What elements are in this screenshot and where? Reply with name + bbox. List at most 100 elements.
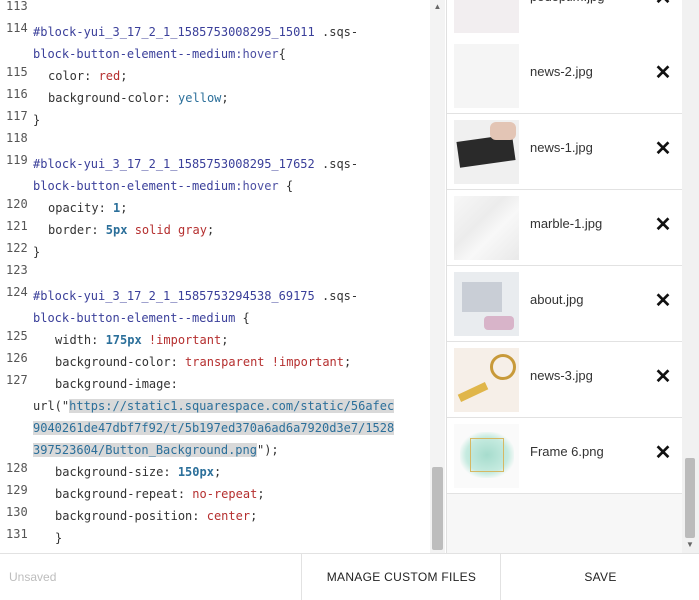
- code-text: }: [55, 531, 63, 545]
- code-pseudo: :hover: [235, 47, 279, 61]
- file-thumbnail: [454, 196, 519, 260]
- line-number: 122: [6, 241, 28, 255]
- code-line: }: [33, 109, 40, 131]
- close-icon[interactable]: ✕: [654, 0, 672, 8]
- code-line: block-button-element--medium {: [33, 307, 250, 329]
- code-rest: .sqs-: [314, 289, 359, 303]
- save-button[interactable]: SAVE: [500, 554, 699, 600]
- line-number: 117: [6, 109, 28, 123]
- code-end: ;: [221, 333, 229, 347]
- file-row[interactable]: news-1.jpg ✕: [447, 114, 682, 190]
- code-sel: block-button-element--medium: [33, 179, 236, 193]
- code-str: 9040261de47dbf7f92/t/5b197ed370a6ad6a792…: [33, 421, 395, 435]
- file-row[interactable]: news-3.jpg ✕: [447, 342, 682, 418]
- code-prop: border:: [48, 223, 106, 237]
- code-prop: background-color:: [48, 91, 179, 105]
- file-name: Frame 6.png: [530, 444, 604, 459]
- file-name: news-2.jpg: [530, 64, 593, 79]
- code-line: color: red;: [48, 65, 128, 87]
- file-name: marble-1.jpg: [530, 216, 603, 231]
- save-status: Unsaved: [9, 570, 57, 584]
- code-line: #block-yui_3_17_2_1_1585753294538_69175 …: [33, 285, 358, 307]
- scroll-down-icon[interactable]: ▼: [684, 540, 696, 550]
- close-icon[interactable]: ✕: [654, 443, 672, 463]
- code-val: yellow: [178, 91, 222, 105]
- code-end: ;: [206, 223, 215, 237]
- code-val: 5px: [105, 223, 128, 237]
- line-number: 123: [6, 263, 28, 277]
- code-end: ;: [257, 487, 265, 501]
- line-number: 129: [6, 483, 28, 497]
- code-end: ;: [250, 509, 258, 523]
- code-line: 397523604/Button_Background.png");: [33, 439, 279, 461]
- code-val: transparent: [185, 355, 265, 369]
- code-prop: background-repeat:: [55, 487, 193, 501]
- footer-bar: Unsaved MANAGE CUSTOM FILES SAVE: [0, 553, 699, 600]
- code-line: background-size: 150px;: [55, 461, 221, 483]
- close-icon[interactable]: ✕: [654, 291, 672, 311]
- code-prop: background-position:: [55, 509, 207, 523]
- code-prop: color:: [48, 69, 99, 83]
- code-line: background-color: transparent !important…: [55, 351, 351, 373]
- file-row[interactable]: podoptim.jpg ✕: [447, 0, 682, 39]
- code-str: 397523604/Button_Background.png: [33, 443, 257, 457]
- line-number: 125: [6, 329, 28, 343]
- line-number: 127: [6, 373, 28, 387]
- code-url2: ");: [256, 443, 279, 457]
- code-str: https://static1.squarespace.com/static/5…: [69, 399, 395, 413]
- close-icon[interactable]: ✕: [654, 63, 672, 83]
- file-name: news-1.jpg: [530, 140, 593, 155]
- code-imp: !important: [264, 355, 345, 369]
- code-line: background-repeat: no-repeat;: [55, 483, 265, 505]
- code-text: }: [33, 245, 41, 259]
- line-number: 118: [6, 131, 28, 145]
- code-rest: .sqs-: [314, 25, 359, 39]
- file-row[interactable]: news-2.jpg ✕: [447, 38, 682, 114]
- code-val: 150px: [177, 465, 214, 479]
- scroll-up-icon[interactable]: ▲: [432, 2, 443, 14]
- code-sel: block-button-element--medium: [33, 47, 236, 61]
- code-sel: #block-yui_3_17_2_1_1585753294538_69175: [33, 289, 315, 303]
- file-row[interactable]: Frame 6.png ✕: [447, 418, 682, 494]
- code-val2: solid gray: [127, 223, 207, 237]
- code-sel: #block-yui_3_17_2_1_1585753008295_17652: [33, 157, 315, 171]
- file-thumbnail: [454, 0, 519, 33]
- line-number: 121: [6, 219, 28, 233]
- code-line: background-color: yellow;: [48, 87, 229, 109]
- files-scrollbar-thumb[interactable]: [685, 458, 695, 538]
- css-code-editor[interactable]: 113 114 #block-yui_3_17_2_1_1585753008295_…: [0, 0, 446, 553]
- code-line: block-button-element--medium:hover{: [33, 43, 286, 65]
- file-row[interactable]: marble-1.jpg ✕: [447, 190, 682, 266]
- file-thumbnail: [454, 44, 519, 108]
- code-imp: !important: [141, 333, 222, 347]
- code-line: url("https://static1.squarespace.com/sta…: [33, 395, 395, 417]
- line-number: 119: [6, 153, 28, 167]
- line-number: 130: [6, 505, 28, 519]
- line-number: 124: [6, 285, 28, 299]
- file-name: news-3.jpg: [530, 368, 593, 383]
- editor-scrollbar-thumb[interactable]: [432, 467, 443, 550]
- code-line: }: [55, 527, 62, 549]
- code-url1: url(": [33, 399, 70, 413]
- code-line: opacity: 1;: [48, 197, 128, 219]
- line-number: 128: [6, 461, 28, 475]
- file-name: podoptim.jpg: [530, 0, 604, 4]
- manage-custom-files-button[interactable]: MANAGE CUSTOM FILES: [301, 554, 501, 600]
- file-thumbnail: [454, 424, 519, 488]
- code-sel: block-button-element--medium: [33, 311, 236, 325]
- code-brace: {: [278, 47, 286, 61]
- code-line: background-position: center;: [55, 505, 257, 527]
- code-line: background-image:: [55, 373, 178, 395]
- code-text: }: [33, 113, 41, 127]
- close-icon[interactable]: ✕: [654, 215, 672, 235]
- code-prop: opacity:: [48, 201, 114, 215]
- code-val: center: [206, 509, 251, 523]
- code-end: ;: [120, 69, 128, 83]
- code-line: #block-yui_3_17_2_1_1585753008295_17652 …: [33, 153, 358, 175]
- close-icon[interactable]: ✕: [654, 367, 672, 387]
- code-sel: #block-yui_3_17_2_1_1585753008295_15011: [33, 25, 315, 39]
- file-thumbnail: [454, 348, 519, 412]
- file-row[interactable]: about.jpg ✕: [447, 266, 682, 342]
- line-number: 115: [6, 65, 28, 79]
- close-icon[interactable]: ✕: [654, 139, 672, 159]
